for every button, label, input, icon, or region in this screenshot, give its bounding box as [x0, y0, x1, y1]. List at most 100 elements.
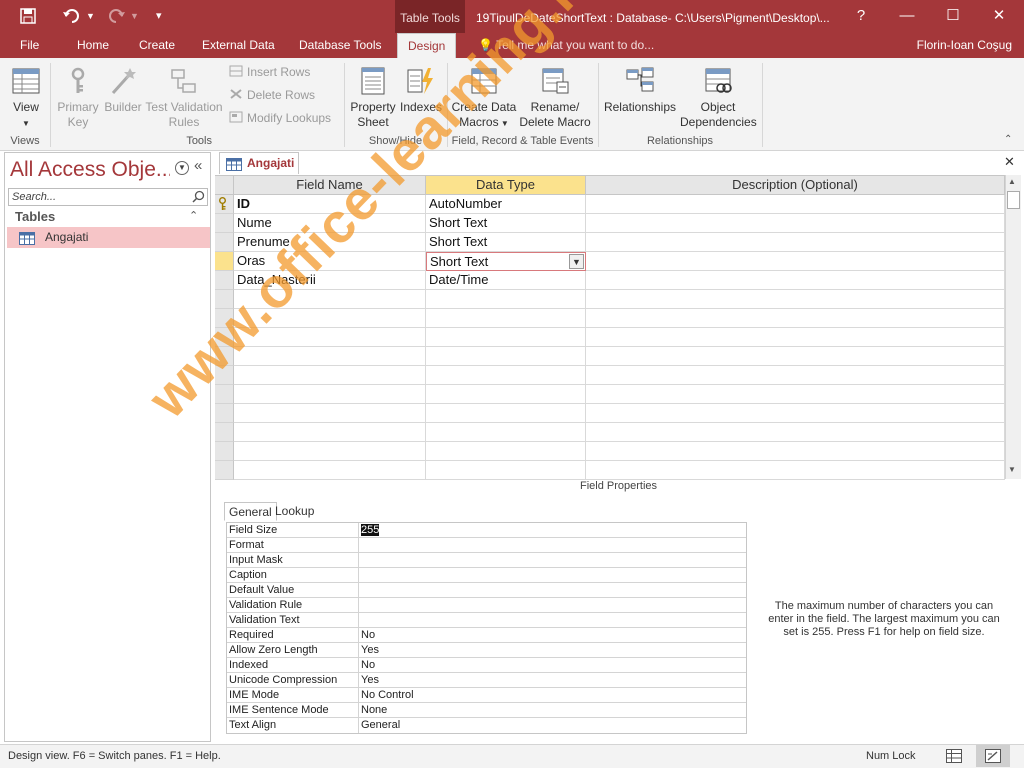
- cell-empty[interactable]: [586, 366, 1005, 385]
- row-selector[interactable]: [215, 442, 234, 461]
- property-value[interactable]: Yes: [359, 643, 746, 657]
- tell-me-box[interactable]: 💡 Tell me what you want to do...: [478, 33, 654, 58]
- cell-field-name[interactable]: Oras: [234, 252, 426, 271]
- cell-empty[interactable]: [426, 385, 586, 404]
- tab-home[interactable]: Home: [77, 33, 109, 58]
- property-value[interactable]: No: [359, 628, 746, 642]
- primary-key-button[interactable]: Primary Key: [54, 66, 102, 130]
- cell-data-type[interactable]: Date/Time: [426, 271, 586, 290]
- row-selector[interactable]: [215, 404, 234, 423]
- cell-data-type[interactable]: Short Text: [426, 214, 586, 233]
- property-row[interactable]: Default Value: [227, 583, 746, 598]
- property-row[interactable]: Indexed No: [227, 658, 746, 673]
- cell-empty[interactable]: [586, 423, 1005, 442]
- nav-section-tables[interactable]: Tables: [15, 209, 55, 224]
- cell-data-type[interactable]: AutoNumber: [426, 195, 586, 214]
- row-selector[interactable]: [215, 214, 234, 233]
- cell-description[interactable]: [586, 252, 1005, 271]
- cell-empty[interactable]: [426, 290, 586, 309]
- cell-empty[interactable]: [234, 366, 426, 385]
- property-value[interactable]: [359, 553, 746, 567]
- cell-empty[interactable]: [426, 309, 586, 328]
- cell-field-name[interactable]: Prenume: [234, 233, 426, 252]
- scrollbar-thumb[interactable]: [1007, 191, 1020, 209]
- cell-empty[interactable]: [234, 423, 426, 442]
- undo-dropdown-icon[interactable]: ▼: [86, 8, 95, 24]
- nav-pane-title[interactable]: All Access Obje...: [10, 158, 170, 182]
- cell-empty[interactable]: [426, 461, 586, 480]
- row-selector[interactable]: [215, 366, 234, 385]
- property-value[interactable]: [359, 568, 746, 582]
- row-selector[interactable]: [215, 423, 234, 442]
- row-selector[interactable]: [215, 385, 234, 404]
- property-value[interactable]: General: [359, 718, 746, 733]
- header-description[interactable]: Description (Optional): [586, 176, 1005, 195]
- property-value[interactable]: No: [359, 658, 746, 672]
- property-row[interactable]: Unicode Compression Yes: [227, 673, 746, 688]
- search-icon[interactable]: [192, 190, 205, 206]
- collapse-ribbon-icon[interactable]: ⌃: [1004, 134, 1012, 145]
- property-value[interactable]: [359, 598, 746, 612]
- customize-toolbar-icon[interactable]: ▾: [156, 8, 162, 24]
- field-size-input[interactable]: 255: [361, 524, 380, 536]
- rename-delete-macro-button[interactable]: Rename/ Delete Macro: [518, 66, 592, 130]
- minimize-button[interactable]: —: [892, 6, 922, 28]
- property-value[interactable]: [359, 583, 746, 597]
- tab-lookup[interactable]: Lookup: [271, 502, 318, 521]
- tab-general[interactable]: General: [224, 502, 277, 521]
- view-button[interactable]: View ▼: [8, 66, 44, 131]
- datasheet-view-icon[interactable]: [946, 749, 962, 768]
- cell-empty[interactable]: [426, 423, 586, 442]
- test-validation-rules-button[interactable]: Test Validation Rules: [144, 66, 224, 130]
- document-tab-angajati[interactable]: Angajati: [219, 152, 299, 174]
- cell-empty[interactable]: [234, 309, 426, 328]
- insert-rows-button[interactable]: Insert Rows: [229, 64, 310, 80]
- property-sheet-button[interactable]: Property Sheet: [348, 66, 398, 130]
- design-view-icon[interactable]: [976, 745, 1010, 767]
- property-row[interactable]: Caption: [227, 568, 746, 583]
- cell-description[interactable]: [586, 271, 1005, 290]
- nav-search-input[interactable]: Search...: [8, 188, 208, 206]
- header-data-type[interactable]: Data Type: [426, 176, 586, 195]
- cell-empty[interactable]: [234, 328, 426, 347]
- create-data-macros-button[interactable]: Create Data Macros ▼: [451, 66, 517, 131]
- undo-icon[interactable]: [62, 8, 82, 28]
- row-selector[interactable]: [215, 328, 234, 347]
- cell-empty[interactable]: [586, 290, 1005, 309]
- row-selector-primary-key[interactable]: [215, 195, 234, 214]
- property-value[interactable]: 255: [359, 523, 746, 537]
- tab-external-data[interactable]: External Data: [202, 33, 275, 58]
- shutter-bar-icon[interactable]: «: [194, 157, 202, 174]
- property-row[interactable]: Allow Zero Length Yes: [227, 643, 746, 658]
- cell-field-name[interactable]: Data_Nasterii: [234, 271, 426, 290]
- nav-item-angajati[interactable]: Angajati: [7, 227, 210, 248]
- tab-design[interactable]: Design: [397, 33, 457, 58]
- cell-description[interactable]: [586, 214, 1005, 233]
- cell-empty[interactable]: [234, 442, 426, 461]
- modify-lookups-button[interactable]: Modify Lookups: [229, 110, 331, 126]
- cell-description[interactable]: [586, 233, 1005, 252]
- property-row[interactable]: Validation Rule: [227, 598, 746, 613]
- data-type-select[interactable]: Short Text ▼: [426, 252, 586, 271]
- cell-empty[interactable]: [234, 385, 426, 404]
- indexes-button[interactable]: Indexes: [399, 66, 443, 115]
- tab-create[interactable]: Create: [139, 33, 175, 58]
- restore-button[interactable]: ☐: [938, 6, 968, 28]
- property-row[interactable]: Validation Text: [227, 613, 746, 628]
- property-value[interactable]: [359, 613, 746, 627]
- close-window-button[interactable]: ✕: [984, 6, 1014, 28]
- cell-data-type[interactable]: Short Text: [426, 233, 586, 252]
- property-row[interactable]: Format: [227, 538, 746, 553]
- scroll-down-icon[interactable]: ▼: [1008, 465, 1016, 474]
- cell-empty[interactable]: [234, 404, 426, 423]
- row-selector[interactable]: [215, 233, 234, 252]
- close-document-button[interactable]: ✕: [1004, 154, 1015, 170]
- cell-empty[interactable]: [426, 328, 586, 347]
- row-selector[interactable]: [215, 290, 234, 309]
- property-value[interactable]: None: [359, 703, 746, 717]
- property-row[interactable]: Text Align General: [227, 718, 746, 733]
- cell-description[interactable]: [586, 195, 1005, 214]
- property-value[interactable]: Yes: [359, 673, 746, 687]
- header-field-name[interactable]: Field Name: [234, 176, 426, 195]
- help-button[interactable]: ?: [846, 6, 876, 28]
